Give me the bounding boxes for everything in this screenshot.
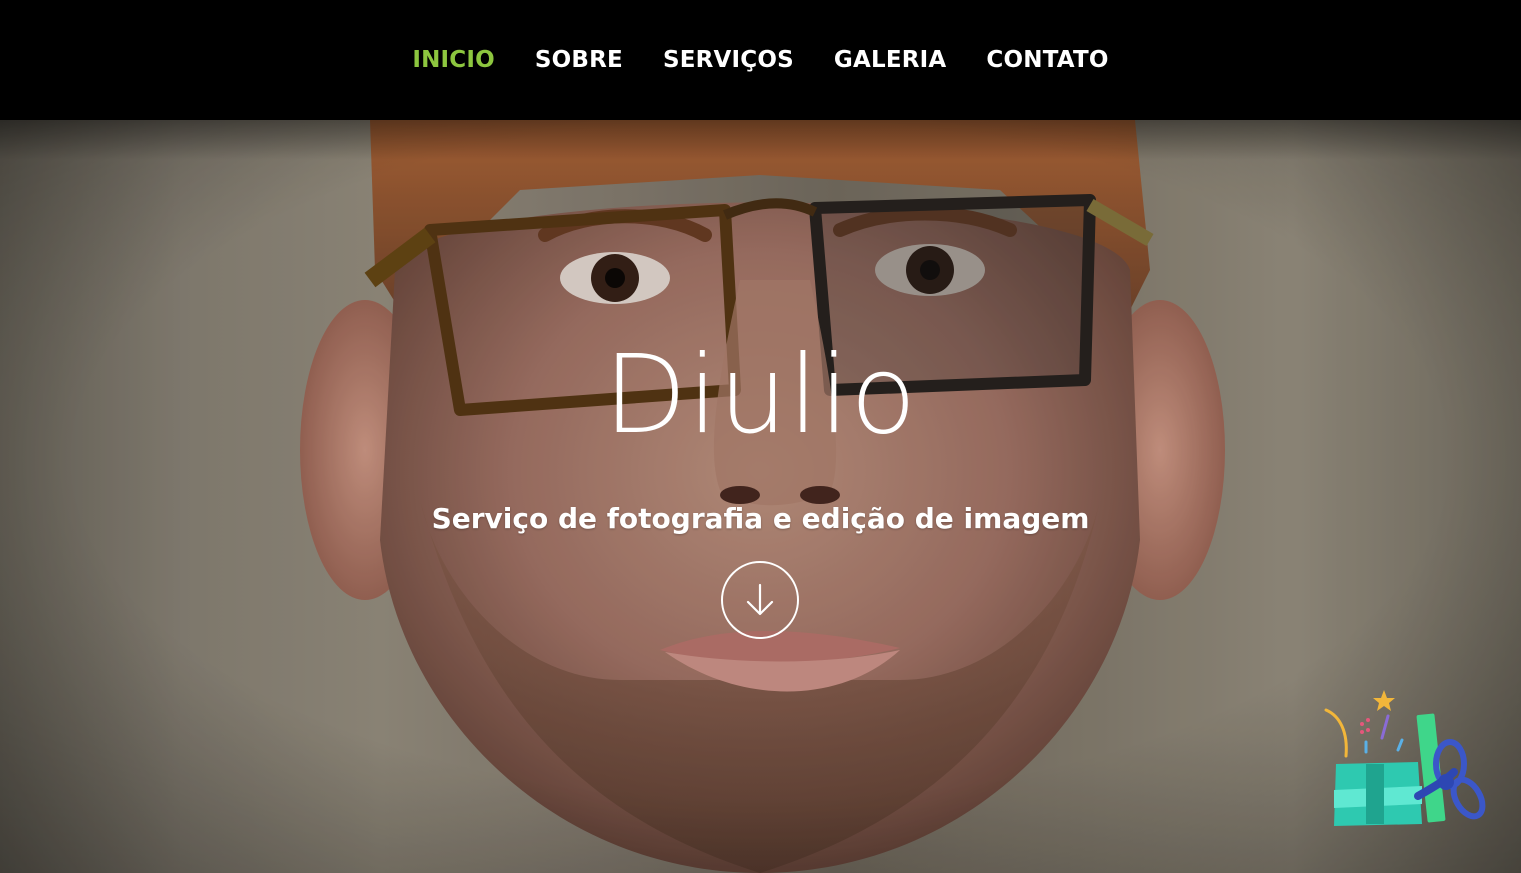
arrow-down-icon: [746, 583, 774, 616]
gift-box-widget[interactable]: [1318, 686, 1488, 836]
scroll-down-button[interactable]: [721, 561, 799, 639]
hero-subtitle: Serviço de fotografia e edição de imagem: [431, 502, 1090, 535]
gift-box-icon: [1324, 690, 1486, 826]
nav-link-contato[interactable]: CONTATO: [986, 47, 1108, 73]
nav-link-sobre[interactable]: SOBRE: [535, 47, 623, 73]
nav-link-galeria[interactable]: GALERIA: [834, 47, 947, 73]
nav-menu: INICIO SOBRE SERVIÇOS GALERIA CONTATO: [0, 40, 1521, 80]
nav-link-inicio[interactable]: INICIO: [412, 47, 495, 73]
top-navbar: INICIO SOBRE SERVIÇOS GALERIA CONTATO: [0, 0, 1521, 120]
hero-section: Diulio Serviço de fotografia e edição de…: [0, 120, 1521, 873]
navbar-shadow: [0, 120, 1521, 160]
hero-title: Diulio: [603, 333, 918, 458]
hero-background-photo: [0, 120, 1521, 873]
nav-link-servicos[interactable]: SERVIÇOS: [663, 47, 794, 73]
